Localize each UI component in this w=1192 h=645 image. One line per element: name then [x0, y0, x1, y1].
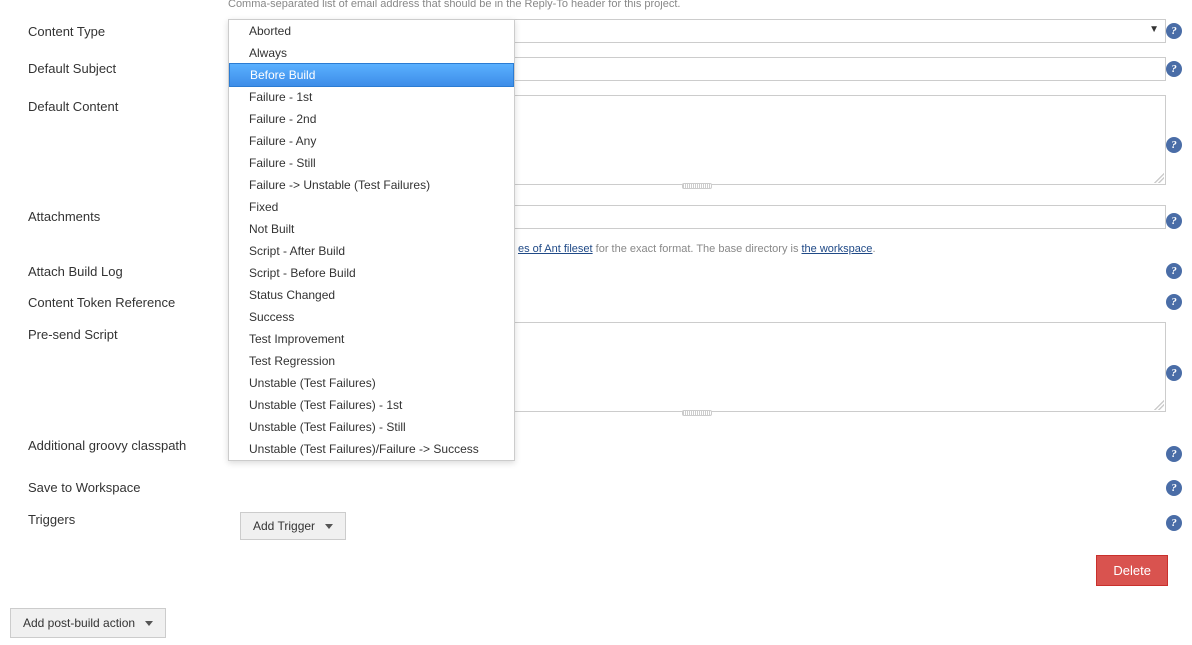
trigger-option[interactable]: Failure - 1st [229, 86, 514, 108]
label-content-token-reference: Content Token Reference [28, 295, 175, 310]
dropdown-arrow-icon: ▼ [1149, 24, 1159, 35]
add-post-build-label: Add post-build action [23, 616, 135, 630]
drag-handle-icon[interactable] [682, 183, 712, 189]
add-trigger-button[interactable]: Add Trigger [240, 512, 346, 540]
trigger-option[interactable]: Success [229, 306, 514, 328]
trigger-option[interactable]: Script - After Build [229, 240, 514, 262]
trigger-option[interactable]: Aborted [229, 20, 514, 42]
help-icon[interactable]: ? [1166, 213, 1182, 229]
trigger-dropdown-menu: AbortedAlwaysBefore BuildFailure - 1stFa… [228, 19, 515, 461]
trigger-option[interactable]: Script - Before Build [229, 262, 514, 284]
label-content-type: Content Type [28, 24, 105, 39]
trigger-option[interactable]: Unstable (Test Failures) - Still [229, 416, 514, 438]
help-icon[interactable]: ? [1166, 23, 1182, 39]
trigger-option[interactable]: Fixed [229, 196, 514, 218]
help-icon[interactable]: ? [1166, 480, 1182, 496]
label-save-to-workspace: Save to Workspace [28, 480, 140, 495]
help-icon[interactable]: ? [1166, 61, 1182, 77]
trigger-option[interactable]: Not Built [229, 218, 514, 240]
help-icon[interactable]: ? [1166, 365, 1182, 381]
help-icon[interactable]: ? [1166, 515, 1182, 531]
trigger-option[interactable]: Test Regression [229, 350, 514, 372]
trigger-option[interactable]: Unstable (Test Failures) - 1st [229, 394, 514, 416]
help-icon[interactable]: ? [1166, 263, 1182, 279]
help-icon[interactable]: ? [1166, 446, 1182, 462]
trigger-option[interactable]: Failure -> Unstable (Test Failures) [229, 174, 514, 196]
help-icon[interactable]: ? [1166, 294, 1182, 310]
trigger-option[interactable]: Always [229, 42, 514, 64]
add-post-build-action-button[interactable]: Add post-build action [10, 608, 166, 638]
resize-handle-icon[interactable] [1154, 173, 1164, 183]
trigger-option[interactable]: Failure - Any [229, 130, 514, 152]
trigger-option[interactable]: Unstable (Test Failures)/Failure -> Succ… [229, 438, 514, 460]
delete-button[interactable]: Delete [1096, 555, 1168, 586]
trigger-option[interactable]: Test Improvement [229, 328, 514, 350]
trigger-option[interactable]: Status Changed [229, 284, 514, 306]
drag-handle-icon[interactable] [682, 410, 712, 416]
ant-fileset-link[interactable]: es of Ant fileset [518, 243, 593, 255]
workspace-link[interactable]: the workspace [802, 243, 873, 255]
trigger-option[interactable]: Failure - 2nd [229, 108, 514, 130]
trigger-option[interactable]: Unstable (Test Failures) [229, 372, 514, 394]
add-trigger-label: Add Trigger [253, 519, 315, 533]
reply-to-help-text: Comma-separated list of email address th… [228, 0, 680, 10]
label-attachments: Attachments [28, 209, 100, 224]
trigger-option[interactable]: Before Build [229, 63, 514, 87]
chevron-down-icon [145, 621, 153, 626]
trigger-option[interactable]: Failure - Still [229, 152, 514, 174]
resize-handle-icon[interactable] [1154, 400, 1164, 410]
help-icon[interactable]: ? [1166, 137, 1182, 153]
label-default-content: Default Content [28, 99, 118, 114]
label-pre-send-script: Pre-send Script [28, 327, 118, 342]
label-default-subject: Default Subject [28, 61, 116, 76]
chevron-down-icon [325, 524, 333, 529]
label-attach-build-log: Attach Build Log [28, 264, 123, 279]
label-triggers: Triggers [28, 512, 75, 527]
label-additional-groovy-classpath: Additional groovy classpath [28, 438, 186, 453]
